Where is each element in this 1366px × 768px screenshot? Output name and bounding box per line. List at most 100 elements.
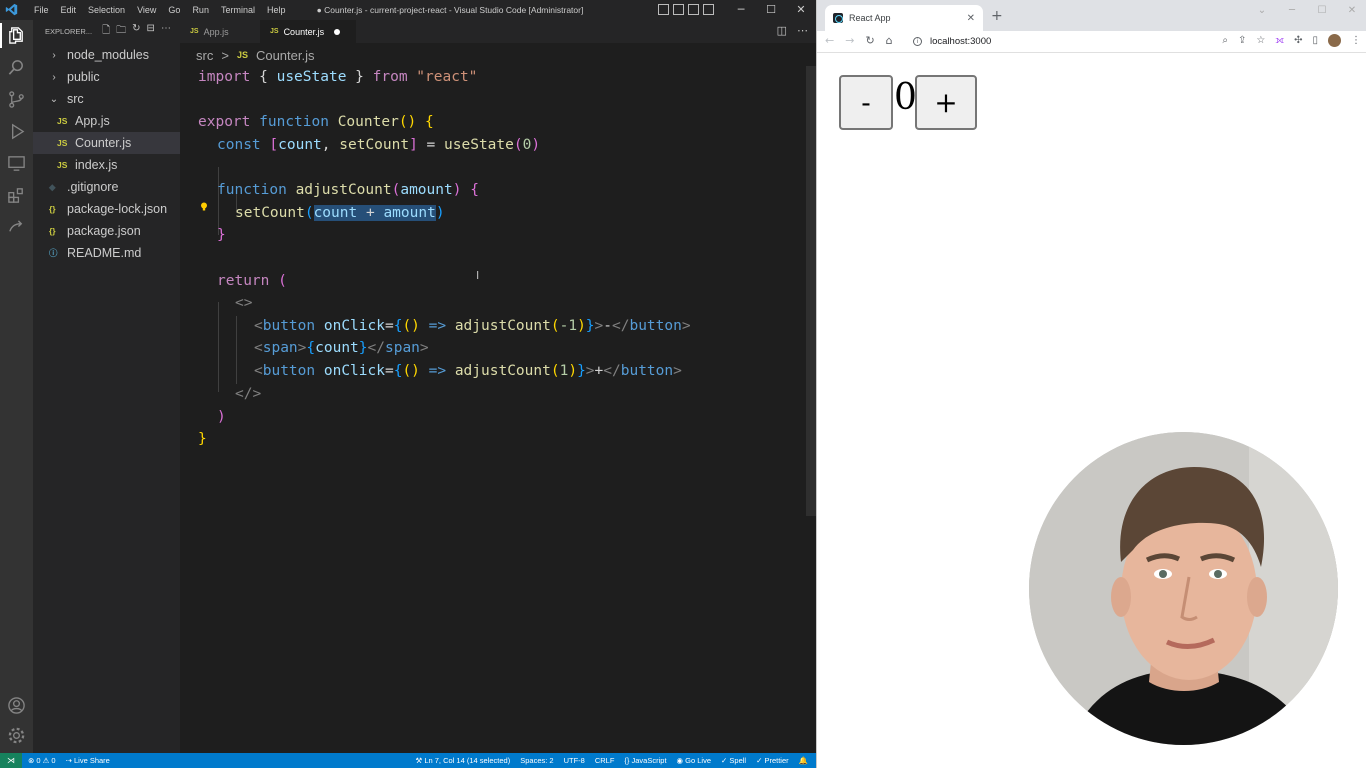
prettier-label: Prettier	[764, 756, 789, 765]
cursor-position-status[interactable]: ⚒ Ln 7, Col 14 (14 selected)	[416, 753, 511, 768]
prettier-status[interactable]: ✓ Prettier	[756, 753, 789, 768]
tree-file-app-js[interactable]: JS App.js	[33, 110, 180, 132]
menu-file[interactable]: File	[28, 0, 55, 20]
breadcrumb-folder[interactable]: src	[196, 48, 213, 63]
maximize-icon[interactable]: ☐	[1307, 0, 1337, 22]
more-actions-icon[interactable]: ⋯	[161, 23, 171, 40]
tree-file-package-lock-json[interactable]: {} package-lock.json	[33, 198, 180, 220]
account-icon[interactable]	[7, 696, 26, 715]
manage-gear-icon[interactable]	[7, 726, 26, 745]
remote-explorer-icon[interactable]	[7, 154, 26, 173]
bookmark-star-icon[interactable]: ☆	[1256, 35, 1265, 46]
menu-edit[interactable]: Edit	[55, 0, 83, 20]
increment-button[interactable]: +	[915, 75, 977, 130]
new-folder-icon[interactable]: 🗀	[116, 23, 126, 40]
reload-icon[interactable]: ↻	[865, 34, 874, 47]
editor-scrollbar[interactable]	[806, 66, 816, 516]
toggle-secondary-sidebar-icon[interactable]	[688, 4, 699, 15]
presenter-webcam	[1029, 432, 1338, 745]
more-actions-icon[interactable]: ⋯	[797, 24, 808, 37]
menu-selection[interactable]: Selection	[82, 0, 131, 20]
chevron-right-icon: ›	[52, 71, 56, 83]
minimize-icon[interactable]: ─	[726, 0, 756, 20]
live-share-icon[interactable]	[7, 218, 26, 237]
source-control-icon[interactable]	[7, 90, 26, 109]
tree-file-package-json[interactable]: {} package.json	[33, 220, 180, 242]
tree-folder-node-modules[interactable]: › node_modules	[33, 44, 180, 66]
minimize-icon[interactable]: ─	[1277, 0, 1307, 22]
close-icon[interactable]: ✕	[786, 0, 816, 20]
new-tab-plus-icon[interactable]: +	[991, 8, 1003, 24]
customize-layout-icon[interactable]	[703, 4, 714, 15]
home-icon[interactable]: ⌂	[886, 34, 893, 47]
tree-folder-src[interactable]: ⌄ src	[33, 88, 180, 110]
explorer-icon[interactable]	[0, 23, 26, 48]
close-tab-icon[interactable]: ✕	[967, 13, 975, 24]
tree-file-readme-md[interactable]: ⓘ README.md	[33, 242, 180, 264]
live-share-status[interactable]: ⇢ Live Share	[66, 753, 110, 768]
explorer-header: EXPLORER... 🗋 🗀 ↻ ⊟ ⋯	[33, 20, 180, 42]
window-controls: ─ ☐ ✕	[726, 0, 816, 20]
tree-file-index-js[interactable]: JS index.js	[33, 154, 180, 176]
notifications-bell-icon[interactable]: 🔔	[799, 753, 808, 768]
forward-arrow-icon[interactable]: →	[845, 34, 854, 47]
back-arrow-icon[interactable]: ←	[825, 34, 834, 47]
side-panel-icon[interactable]: ▯	[1312, 35, 1318, 46]
toggle-sidebar-icon[interactable]	[658, 4, 669, 15]
breadcrumb-file[interactable]: Counter.js	[256, 48, 315, 63]
code-line-12: <button onClick={() => adjustCount(-1)}>…	[254, 318, 691, 334]
toggle-panel-icon[interactable]	[673, 4, 684, 15]
tree-folder-public[interactable]: › public	[33, 66, 180, 88]
code-line-8: }	[217, 227, 226, 243]
run-debug-icon[interactable]	[7, 122, 26, 141]
decrement-button[interactable]: -	[839, 75, 893, 130]
browser-tab-react-app[interactable]: React App ✕	[825, 5, 983, 31]
language-mode-status[interactable]: {} JavaScript	[624, 753, 666, 768]
encoding-status[interactable]: UTF-8	[564, 753, 585, 768]
site-info-icon[interactable]: i	[913, 37, 922, 46]
menu-run[interactable]: Run	[186, 0, 215, 20]
go-live-status[interactable]: ◉ Go Live	[677, 753, 712, 768]
code-editor[interactable]: I import { useState } from "react" expor…	[180, 66, 806, 753]
problems-status[interactable]: ⊗ 0 ⚠ 0	[28, 753, 56, 768]
search-icon[interactable]	[7, 58, 26, 77]
javascript-file-icon: JS	[57, 138, 68, 148]
browser-menu-icon[interactable]: ⋮	[1351, 35, 1361, 46]
collapse-all-icon[interactable]: ⊟	[147, 23, 155, 40]
presenter-portrait	[1029, 432, 1338, 745]
new-file-icon[interactable]: 🗋	[102, 23, 110, 40]
eol-status[interactable]: CRLF	[595, 753, 615, 768]
code-line-16: )	[217, 409, 226, 425]
close-icon[interactable]: ✕	[1337, 0, 1366, 22]
extensions-icon[interactable]	[7, 186, 26, 205]
extension-purple-icon[interactable]: ⟗	[1275, 35, 1284, 46]
tab-app-js[interactable]: JS App.js	[180, 20, 260, 43]
remote-indicator[interactable]: ⋊	[0, 753, 22, 768]
cursor-position-label: Ln 7, Col 14 (14 selected)	[424, 756, 511, 765]
lightbulb-icon[interactable]	[200, 202, 208, 212]
extensions-puzzle-icon[interactable]: ✣	[1294, 35, 1302, 46]
tree-file-counter-js[interactable]: JS Counter.js	[33, 132, 180, 154]
explorer-title: EXPLORER...	[45, 26, 93, 36]
editor-actions: ◫ ⋯	[777, 24, 808, 37]
tree-item-label: src	[67, 92, 84, 106]
code-line-3: export function Counter() {	[198, 114, 434, 130]
tree-file-gitignore[interactable]: ◆ .gitignore	[33, 176, 180, 198]
menu-terminal[interactable]: Terminal	[215, 0, 261, 20]
menu-help[interactable]: Help	[261, 0, 292, 20]
menu-view[interactable]: View	[131, 0, 162, 20]
tab-search-chevron-icon[interactable]: ⌄	[1247, 0, 1277, 22]
unsaved-dot-icon[interactable]	[334, 28, 341, 35]
refresh-icon[interactable]: ↻	[132, 23, 140, 40]
menu-go[interactable]: Go	[162, 0, 186, 20]
split-editor-icon[interactable]: ◫	[777, 24, 787, 37]
breadcrumb-separator: >	[221, 47, 229, 63]
share-icon[interactable]: ⇪	[1238, 35, 1246, 46]
spell-status[interactable]: ✓ Spell	[721, 753, 746, 768]
maximize-icon[interactable]: ☐	[756, 0, 786, 20]
address-url[interactable]: localhost:3000	[930, 36, 991, 47]
tab-counter-js[interactable]: JS Counter.js	[260, 20, 356, 43]
indentation-status[interactable]: Spaces: 2	[520, 753, 553, 768]
zoom-icon[interactable]: ⌕	[1222, 35, 1228, 46]
profile-avatar[interactable]	[1328, 34, 1341, 47]
